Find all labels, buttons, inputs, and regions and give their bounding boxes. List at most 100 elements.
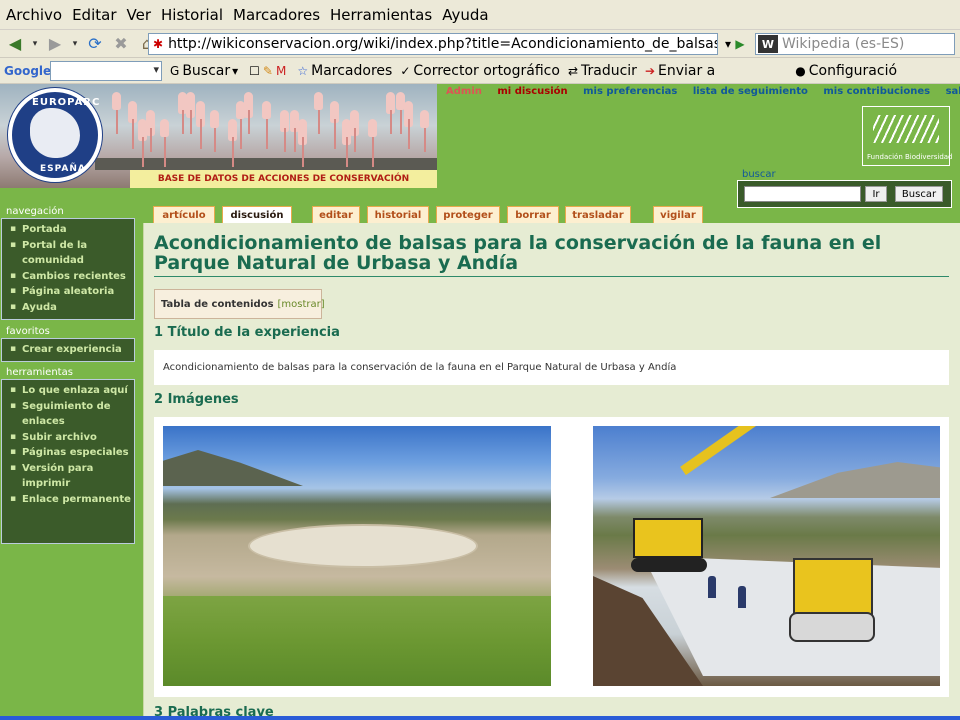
google-marcadores-button[interactable]: ☆ Marcadores	[297, 63, 392, 79]
sidebar-item-subir[interactable]: Subir archivo	[10, 430, 134, 446]
flamingo-leg	[248, 110, 250, 134]
sidebar-item-imprimir[interactable]: Versión para imprimir	[10, 461, 134, 492]
europarc-logo[interactable]: EUROPARC ESPAÑA	[8, 88, 102, 182]
pond-photo[interactable]	[163, 426, 551, 686]
flamingo-leg	[334, 119, 336, 149]
google-config-button[interactable]: ● Configuració	[795, 63, 897, 79]
grass-icon	[873, 115, 939, 143]
section-1-text: Acondicionamiento de balsas para la cons…	[154, 350, 949, 385]
flamingo-leg	[116, 110, 118, 134]
mountain-shape	[163, 450, 303, 486]
flamingo-leg	[164, 137, 166, 167]
flamingo-figure	[112, 92, 121, 110]
menu-ayuda[interactable]: Ayuda	[442, 6, 488, 24]
portlet-favoritos: Crear experiencia	[1, 338, 135, 362]
google-search-input[interactable]	[50, 60, 162, 81]
tab-proteger[interactable]: proteger	[436, 206, 500, 223]
tab-articulo[interactable]: artículo	[153, 206, 215, 223]
userlink-salir[interactable]: salir	[946, 86, 960, 97]
search-input[interactable]	[744, 186, 861, 202]
flamingo-leg	[232, 137, 234, 167]
go-icon[interactable]: ▶	[732, 35, 748, 53]
back-icon[interactable]: ◀	[4, 33, 26, 55]
section-number: 1	[154, 325, 164, 340]
google-toolbar: Google GBuscar▾ ☐✎M ☆Marcadores ✓Correct…	[0, 58, 960, 84]
europe-map-icon	[30, 108, 80, 158]
go-button[interactable]: Ir	[865, 186, 887, 202]
sidebar-item-crear-experiencia[interactable]: Crear experiencia	[10, 342, 134, 358]
flamingo-leg	[408, 119, 410, 149]
google-enviar-button[interactable]: ➔ Enviar a	[645, 63, 715, 79]
reload-icon[interactable]: ⟳	[84, 33, 106, 55]
fundacion-biodiversidad-logo[interactable]: Fundación Biodiversidad	[862, 106, 953, 166]
search-engine-box[interactable]: W Wikipedia (es-ES)	[755, 33, 955, 55]
sidebar-item-permanente[interactable]: Enlace permanente	[10, 492, 134, 508]
userlink-contribuciones[interactable]: mis contribuciones	[823, 86, 930, 97]
tab-discusion[interactable]: discusión	[222, 206, 292, 224]
settings-icon: ●	[795, 63, 806, 78]
google-buscar-button[interactable]: G Buscar ▾	[170, 63, 241, 79]
flamingo-leg	[372, 137, 374, 167]
google-traducir-button[interactable]: ⇄ Traducir	[568, 63, 637, 79]
mountain-shape	[770, 462, 940, 498]
section-heading-1: 1 Título de la experiencia	[154, 325, 340, 340]
google-logo[interactable]: Google	[4, 64, 51, 78]
tab-trasladar[interactable]: trasladar	[565, 206, 631, 223]
toc-toggle-link[interactable]: [mostrar]	[278, 299, 325, 310]
userlink-seguimiento[interactable]: lista de seguimiento	[693, 86, 808, 97]
tab-vigilar[interactable]: vigilar	[653, 206, 703, 223]
sidebar-item-ayuda[interactable]: Ayuda	[10, 300, 134, 316]
wiki-page: EUROPARC ESPAÑA BASE DE DATOS DE ACCIONE…	[0, 84, 960, 720]
tab-historial[interactable]: historial	[367, 206, 429, 223]
send-icon: ➔	[644, 63, 655, 78]
flamingo-leg	[182, 110, 184, 134]
forward-icon[interactable]: ▶	[44, 33, 66, 55]
google-tools-icons[interactable]: ☐ ✎ M	[249, 64, 289, 78]
flamingo-leg	[150, 128, 152, 152]
menu-marcadores[interactable]: Marcadores	[233, 6, 320, 24]
sidebar-item-enlaza[interactable]: Lo que enlaza aquí	[10, 383, 134, 399]
menu-historial[interactable]: Historial	[161, 6, 223, 24]
star-icon: ☆	[297, 63, 309, 78]
sidebar-item-especiales[interactable]: Páginas especiales	[10, 445, 134, 461]
flamingo-leg	[200, 119, 202, 149]
sidebar-item-aleatoria[interactable]: Página aleatoria	[10, 284, 134, 300]
google-corrector-button[interactable]: ✓ Corrector ortográfico	[400, 63, 560, 79]
search-button[interactable]: Buscar	[895, 186, 943, 202]
sidebar-item-portal[interactable]: Portal de la comunidad	[10, 238, 134, 269]
sidebar-item-seguimiento[interactable]: Seguimiento de enlaces	[10, 399, 134, 430]
userlink-admin[interactable]: Admin	[446, 86, 482, 97]
menu-archivo[interactable]: Archivo	[6, 6, 62, 24]
bookmarks-star-icon: ✎	[262, 63, 273, 78]
menu-editar[interactable]: Editar	[72, 6, 116, 24]
back-dropdown-icon[interactable]: ▾	[30, 33, 40, 55]
site-favicon-icon: ✱	[153, 37, 164, 51]
flamingo-figure	[368, 119, 377, 137]
browser-navbar: ◀ ▾ ▶ ▾ ⟳ ✖ ⌂ ✱ http://wikiconservacion.…	[0, 30, 960, 58]
popup-blocker-icon: ☐	[249, 63, 260, 78]
forward-dropdown-icon[interactable]: ▾	[70, 33, 80, 55]
flamingo-figure	[160, 119, 169, 137]
table-of-contents: Tabla de contenidos [mostrar]	[154, 289, 325, 319]
sidebar-heading-herramientas: herramientas	[6, 367, 73, 378]
sidebar-item-cambios[interactable]: Cambios recientes	[10, 269, 134, 285]
wikipedia-icon[interactable]: W	[758, 35, 778, 53]
url-bar[interactable]: ✱ http://wikiconservacion.org/wiki/index…	[148, 33, 718, 55]
stop-icon[interactable]: ✖	[110, 33, 132, 55]
sidebar-item-portada[interactable]: Portada	[10, 222, 134, 238]
menu-herramientas[interactable]: Herramientas	[330, 6, 432, 24]
flamingo-leg	[142, 137, 144, 167]
flamingo-leg	[390, 110, 392, 134]
section-title: Título de la experiencia	[167, 325, 340, 340]
userlink-preferencias[interactable]: mis preferencias	[583, 86, 677, 97]
tab-editar[interactable]: editar	[312, 206, 360, 223]
userlink-discusion[interactable]: mi discusión	[497, 86, 567, 97]
construction-photo[interactable]	[593, 426, 940, 686]
spellcheck-icon: ✓	[400, 63, 411, 78]
tab-borrar[interactable]: borrar	[507, 206, 559, 223]
menu-ver[interactable]: Ver	[127, 6, 152, 24]
flamingo-leg	[302, 137, 304, 167]
portlet-navegacion: Portada Portal de la comunidad Cambios r…	[1, 218, 135, 320]
flamingo-leg	[400, 110, 402, 134]
flamingo-leg	[214, 128, 216, 152]
